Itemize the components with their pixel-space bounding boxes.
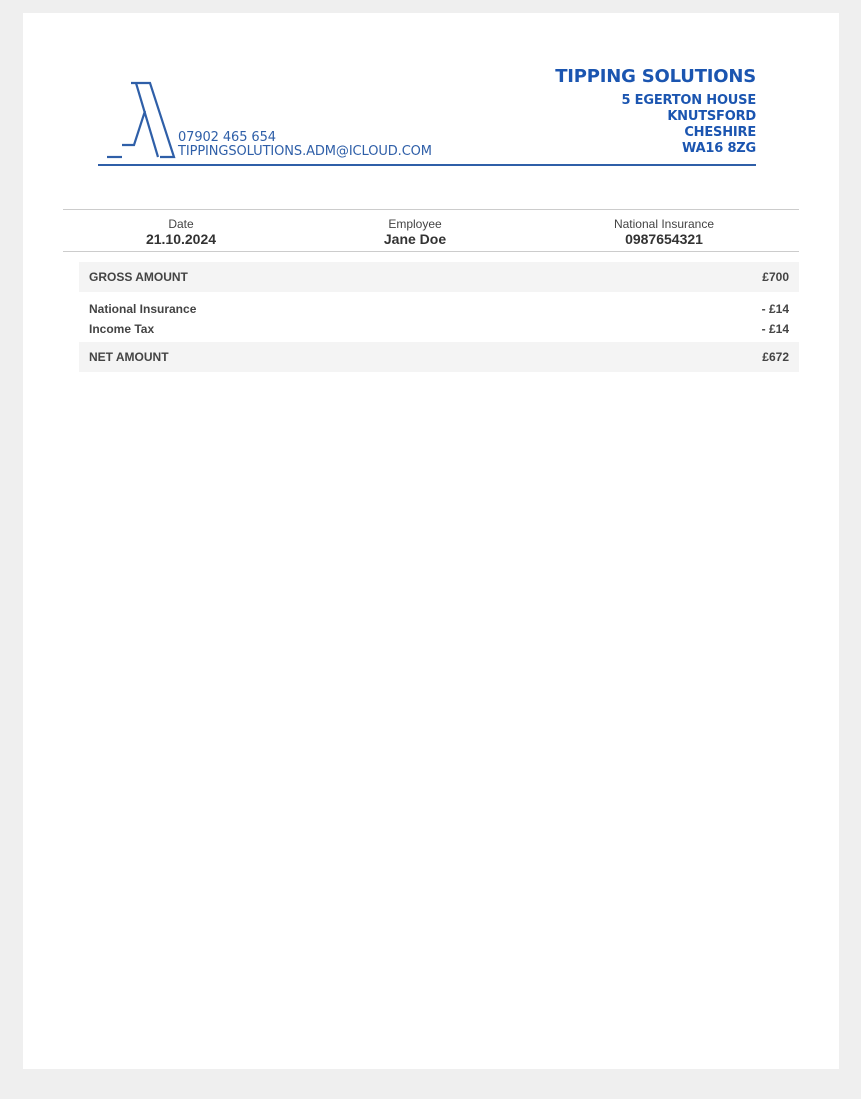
address-line-4: WA16 8ZG (682, 141, 756, 156)
gross-label: GROSS AMOUNT (89, 270, 188, 284)
company-name: TIPPING SOLUTIONS (555, 66, 756, 87)
email-address: TIPPINGSOLUTIONS.ADM@ICLOUD.COM (178, 144, 432, 159)
company-logo-icon (107, 81, 176, 159)
deduction-row: National Insurance - £14 (79, 302, 799, 318)
letterhead: 07902 465 654 TIPPINGSOLUTIONS.ADM@ICLOU… (98, 63, 756, 169)
net-row: NET AMOUNT £672 (79, 342, 799, 372)
deduction-row: Income Tax - £14 (79, 322, 799, 338)
payslip-info-strip: Date 21.10.2024 Employee Jane Doe Nation… (63, 209, 799, 252)
ni-column: National Insurance 0987654321 (564, 217, 764, 247)
letterhead-divider (98, 164, 756, 166)
date-label: Date (168, 217, 194, 231)
deduction-value: - £14 (761, 322, 789, 336)
net-value: £672 (762, 350, 789, 364)
payslip-page: 07902 465 654 TIPPINGSOLUTIONS.ADM@ICLOU… (23, 13, 839, 1069)
ni-label: National Insurance (613, 217, 715, 231)
contact-details: 07902 465 654 TIPPINGSOLUTIONS.ADM@ICLOU… (178, 131, 432, 159)
address-line-3: CHESHIRE (684, 125, 756, 140)
deduction-label: Income Tax (89, 322, 155, 336)
company-block: TIPPING SOLUTIONS 5 EGERTON HOUSE KNUTSF… (555, 65, 756, 157)
ni-value: 0987654321 (625, 231, 703, 247)
deduction-label: National Insurance (89, 302, 197, 316)
date-value: 21.10.2024 (145, 231, 217, 247)
deduction-value: - £14 (761, 302, 789, 316)
employee-label: Employee (388, 217, 442, 231)
employee-column: Employee Jane Doe (315, 217, 515, 247)
amounts-table: GROSS AMOUNT £700 National Insurance - £… (79, 262, 799, 372)
deductions-block: National Insurance - £14 Income Tax - £1… (79, 292, 799, 342)
date-column: Date 21.10.2024 (81, 217, 281, 247)
phone-number: 07902 465 654 (178, 130, 276, 145)
employee-value: Jane Doe (383, 231, 447, 247)
address-line-2: KNUTSFORD (667, 109, 756, 124)
gross-row: GROSS AMOUNT £700 (79, 262, 799, 292)
gross-value: £700 (762, 270, 789, 284)
net-label: NET AMOUNT (89, 350, 169, 364)
address-line-1: 5 EGERTON HOUSE (621, 93, 757, 108)
